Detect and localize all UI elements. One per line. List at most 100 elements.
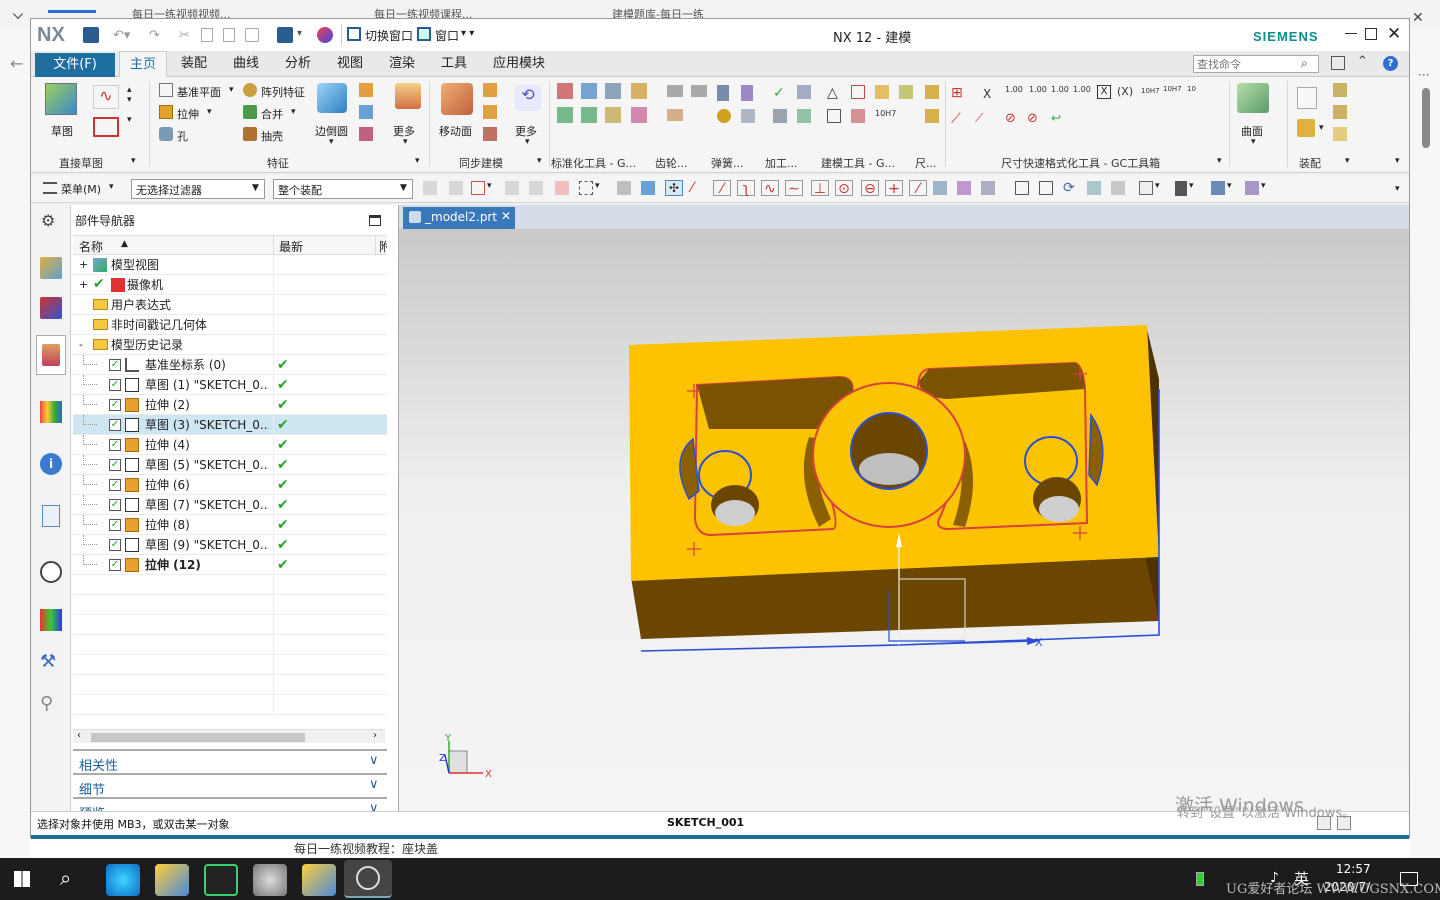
dim-boxx-icon[interactable]: X bbox=[1097, 85, 1111, 99]
feature-checkbox[interactable]: ✓ bbox=[109, 419, 121, 431]
select-feature-dropdown-icon[interactable]: ▾ bbox=[487, 181, 492, 191]
surface-icon[interactable] bbox=[1237, 83, 1269, 113]
maximize-icon[interactable] bbox=[1365, 28, 1377, 40]
full-screen-icon[interactable] bbox=[1331, 56, 1345, 70]
cut-icon[interactable]: ✂ bbox=[179, 28, 190, 43]
tab-analysis[interactable]: 分析 bbox=[275, 51, 321, 77]
layer-icon[interactable] bbox=[1211, 181, 1225, 195]
tool6-icon[interactable]: 10H7 bbox=[875, 109, 896, 118]
move-component-icon[interactable] bbox=[1333, 105, 1347, 119]
dim-10h7-icon[interactable]: 10H7 bbox=[1141, 87, 1160, 95]
dim-10h7b-icon[interactable]: 10H7 bbox=[1163, 85, 1182, 93]
panel-details[interactable]: 细节 ∨ bbox=[73, 773, 387, 798]
unite-icon[interactable] bbox=[243, 105, 257, 119]
dim-3-icon[interactable]: 1.00 bbox=[1051, 85, 1069, 94]
datum-plane-icon[interactable] bbox=[159, 83, 173, 97]
pick2-icon[interactable] bbox=[529, 181, 543, 195]
feature-checkbox[interactable]: ✓ bbox=[109, 459, 121, 471]
menu-button[interactable]: 菜单(M) bbox=[61, 181, 101, 197]
bounded-grid-icon[interactable] bbox=[957, 181, 971, 195]
assembly-constraint-icon[interactable] bbox=[1333, 83, 1347, 97]
sketch-icon[interactable] bbox=[45, 83, 77, 115]
pull-face-icon[interactable] bbox=[483, 83, 497, 97]
assembly-new-icon[interactable] bbox=[1297, 87, 1317, 109]
tab-applications[interactable]: 应用模块 bbox=[483, 51, 555, 77]
battery-icon[interactable] bbox=[1196, 872, 1204, 886]
render-style-icon[interactable] bbox=[1175, 181, 1187, 196]
gear2-icon[interactable] bbox=[691, 85, 707, 97]
browser-close-icon[interactable]: ✕ bbox=[1412, 10, 1424, 26]
add-component-icon[interactable] bbox=[1297, 119, 1315, 137]
draft-icon[interactable] bbox=[359, 105, 373, 119]
switch-window-icon[interactable] bbox=[347, 27, 361, 41]
clock-time[interactable]: 12:57 bbox=[1336, 862, 1371, 876]
switch-window-button[interactable]: 切换窗口 bbox=[365, 27, 413, 44]
hd3d-tools-icon[interactable]: i bbox=[40, 453, 62, 475]
select-feature-icon[interactable] bbox=[471, 181, 485, 195]
column-latest-header[interactable]: 最新 bbox=[279, 238, 303, 255]
panel-dependencies[interactable]: 相关性 ∨ bbox=[73, 749, 387, 774]
sketch-more-icon[interactable]: ▴ ▾ ▾ bbox=[127, 85, 132, 125]
control-point-icon[interactable]: ʅ bbox=[737, 180, 755, 197]
std-part2-icon[interactable] bbox=[557, 107, 573, 123]
more-sync-dropdown-icon[interactable]: ▾ bbox=[525, 137, 530, 147]
tab-curve[interactable]: 曲线 bbox=[223, 51, 269, 77]
std-part4-icon[interactable] bbox=[605, 107, 621, 123]
surface-dropdown-icon[interactable]: ▾ bbox=[1251, 137, 1256, 147]
navigator-h-scrollbar[interactable]: ‹ › bbox=[73, 729, 385, 743]
tree-node[interactable]: 用户表达式 bbox=[73, 295, 387, 315]
search-icon[interactable]: ⌕ bbox=[60, 866, 71, 890]
start-icon[interactable] bbox=[14, 871, 30, 887]
tool2-icon[interactable] bbox=[875, 85, 889, 99]
filter-icon[interactable] bbox=[423, 181, 437, 195]
scroll-left-icon[interactable]: ‹ bbox=[77, 730, 81, 741]
group-feature-dropdown-icon[interactable]: ▾ bbox=[415, 156, 420, 166]
undo-icon[interactable]: ↶▾ bbox=[113, 28, 130, 43]
more-options-icon[interactable]: ··· bbox=[1418, 68, 1429, 82]
datum-plane-button[interactable]: 基准平面 bbox=[177, 84, 221, 100]
feature-row[interactable]: ✓ 基准坐标系 (0) ✔ bbox=[73, 355, 387, 375]
hole-icon[interactable] bbox=[159, 127, 173, 141]
feature-checkbox[interactable]: ✓ bbox=[109, 539, 121, 551]
back-arrow-icon[interactable]: ← bbox=[10, 54, 23, 73]
close-tab-icon[interactable]: ✕ bbox=[501, 209, 511, 223]
dim-4-icon[interactable]: 1.00 bbox=[1073, 85, 1091, 94]
group-direct-sketch-dropdown-icon[interactable]: ▾ bbox=[131, 156, 136, 166]
constraint-navigator-icon[interactable] bbox=[40, 297, 62, 319]
tool5-icon[interactable] bbox=[851, 109, 865, 123]
web-browser-icon[interactable] bbox=[42, 505, 60, 527]
edge-blend-icon[interactable] bbox=[317, 83, 347, 113]
file-menu-button[interactable]: 文件(F) bbox=[35, 53, 115, 77]
move-face-icon[interactable] bbox=[441, 83, 473, 115]
scroll-right-icon[interactable]: › bbox=[373, 730, 377, 741]
datum-plane-dropdown-icon[interactable]: ▾ bbox=[229, 85, 234, 95]
tab-home[interactable]: 主页 bbox=[119, 51, 168, 77]
std-part5-icon[interactable] bbox=[631, 107, 647, 123]
browser-menu-chevron-icon[interactable] bbox=[12, 8, 24, 20]
dim-tool-e-icon[interactable]: ↩ bbox=[1051, 111, 1061, 125]
feature-row[interactable]: ✓ 拉伸 (12) ✔ bbox=[73, 555, 387, 575]
sketch-button-label[interactable]: 草图 bbox=[51, 123, 73, 139]
spring2-icon[interactable] bbox=[741, 85, 753, 101]
tree-node[interactable]: + ✔ 摄像机 bbox=[73, 275, 387, 295]
machining-check-icon[interactable]: ✓ bbox=[773, 85, 789, 101]
minimize-icon[interactable] bbox=[1345, 33, 1357, 34]
exploded-view-icon[interactable] bbox=[1333, 127, 1347, 141]
extrude-icon[interactable] bbox=[159, 105, 173, 119]
assembly-navigator-icon[interactable] bbox=[40, 257, 62, 279]
save-dropdown-icon[interactable]: ▾ bbox=[297, 28, 302, 39]
feature-row[interactable]: ✓ 拉伸 (6) ✔ bbox=[73, 475, 387, 495]
dim-10c-icon[interactable]: 10 bbox=[1187, 85, 1196, 93]
paste-special-icon[interactable] bbox=[245, 28, 259, 42]
machining2-icon[interactable] bbox=[797, 85, 811, 99]
column-extra-header[interactable]: 附 bbox=[379, 238, 387, 255]
tab-assembly[interactable]: 装配 bbox=[171, 51, 217, 77]
chamfer-icon[interactable] bbox=[359, 83, 373, 97]
group-sync-dropdown-icon[interactable]: ▾ bbox=[537, 156, 542, 166]
tree-node[interactable]: - 模型历史记录 bbox=[73, 335, 387, 355]
dim-2-icon[interactable]: 1.00 bbox=[1029, 85, 1047, 94]
dim-1-icon[interactable]: 1.00 bbox=[1005, 85, 1023, 94]
menu-dropdown-icon[interactable]: ▾ bbox=[109, 182, 114, 192]
dim-tool-c-icon[interactable]: ⊘ bbox=[1005, 111, 1016, 126]
profile-icon[interactable]: ∿ bbox=[93, 85, 119, 109]
